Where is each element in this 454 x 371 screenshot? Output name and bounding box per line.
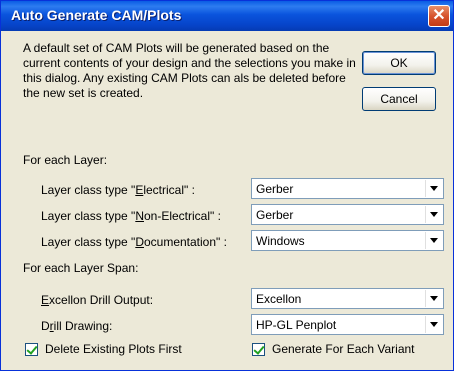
cancel-button[interactable]: Cancel bbox=[362, 87, 436, 111]
label-accelerator: D bbox=[135, 235, 144, 249]
non-electrical-select[interactable]: Gerber bbox=[251, 204, 444, 225]
description-text: A default set of CAM Plots will be gener… bbox=[23, 41, 356, 100]
electrical-value: Gerber bbox=[256, 182, 294, 196]
each-variant-label: Generate For Each Variant bbox=[272, 342, 415, 356]
chevron-down-icon[interactable] bbox=[425, 180, 442, 197]
label-accelerator: N bbox=[135, 209, 144, 223]
label-part: Layer class type " bbox=[41, 235, 136, 249]
label-part: ocumentation" : bbox=[143, 235, 227, 249]
layer-section-heading: For each Layer: bbox=[23, 153, 108, 167]
chevron-down-icon[interactable] bbox=[425, 290, 442, 307]
close-icon: ✕ bbox=[432, 7, 446, 24]
delete-existing-checkbox[interactable]: Delete Existing Plots First bbox=[25, 342, 182, 356]
label-part: lectrical" : bbox=[143, 183, 195, 197]
label-part: ill Drawing: bbox=[53, 319, 113, 333]
chevron-down-icon[interactable] bbox=[425, 316, 442, 333]
drill-output-label: Excellon Drill Output: bbox=[41, 293, 153, 307]
window-title: Auto Generate CAM/Plots bbox=[11, 7, 182, 23]
electrical-select[interactable]: Gerber bbox=[251, 178, 444, 199]
checkbox-checked-icon[interactable] bbox=[25, 342, 38, 356]
electrical-label: Layer class type "Electrical" : bbox=[41, 183, 195, 197]
delete-existing-label: Delete Existing Plots First bbox=[45, 342, 182, 356]
label-part: Layer class type " bbox=[41, 183, 136, 197]
checkbox-checked-icon[interactable] bbox=[252, 342, 265, 356]
drill-drawing-value: HP-GL Penplot bbox=[256, 318, 337, 332]
documentation-select[interactable]: Windows bbox=[251, 230, 444, 251]
each-variant-checkbox[interactable]: Generate For Each Variant bbox=[252, 342, 415, 356]
title-bar[interactable]: Auto Generate CAM/Plots ✕ bbox=[1, 1, 453, 31]
ok-button[interactable]: OK bbox=[362, 51, 436, 75]
chevron-down-icon[interactable] bbox=[425, 232, 442, 249]
span-section-heading: For each Layer Span: bbox=[23, 261, 139, 275]
drill-output-select[interactable]: Excellon bbox=[251, 288, 444, 309]
label-part: xcellon Drill Output: bbox=[49, 293, 154, 307]
dialog-window: Auto Generate CAM/Plots ✕ A default set … bbox=[0, 0, 454, 371]
drill-drawing-select[interactable]: HP-GL Penplot bbox=[251, 314, 444, 335]
drill-drawing-label: Drill Drawing: bbox=[41, 319, 112, 333]
documentation-value: Windows bbox=[256, 234, 305, 248]
chevron-down-icon[interactable] bbox=[425, 206, 442, 223]
label-accelerator: E bbox=[41, 293, 50, 307]
label-part: Layer class type " bbox=[41, 209, 136, 223]
non-electrical-label: Layer class type "Non-Electrical" : bbox=[41, 209, 221, 223]
label-part: on-Electrical" : bbox=[143, 209, 221, 223]
drill-output-value: Excellon bbox=[256, 292, 302, 306]
documentation-label: Layer class type "Documentation" : bbox=[41, 235, 227, 249]
label-part: D bbox=[41, 319, 50, 333]
close-button[interactable]: ✕ bbox=[428, 5, 450, 27]
non-electrical-value: Gerber bbox=[256, 208, 294, 222]
